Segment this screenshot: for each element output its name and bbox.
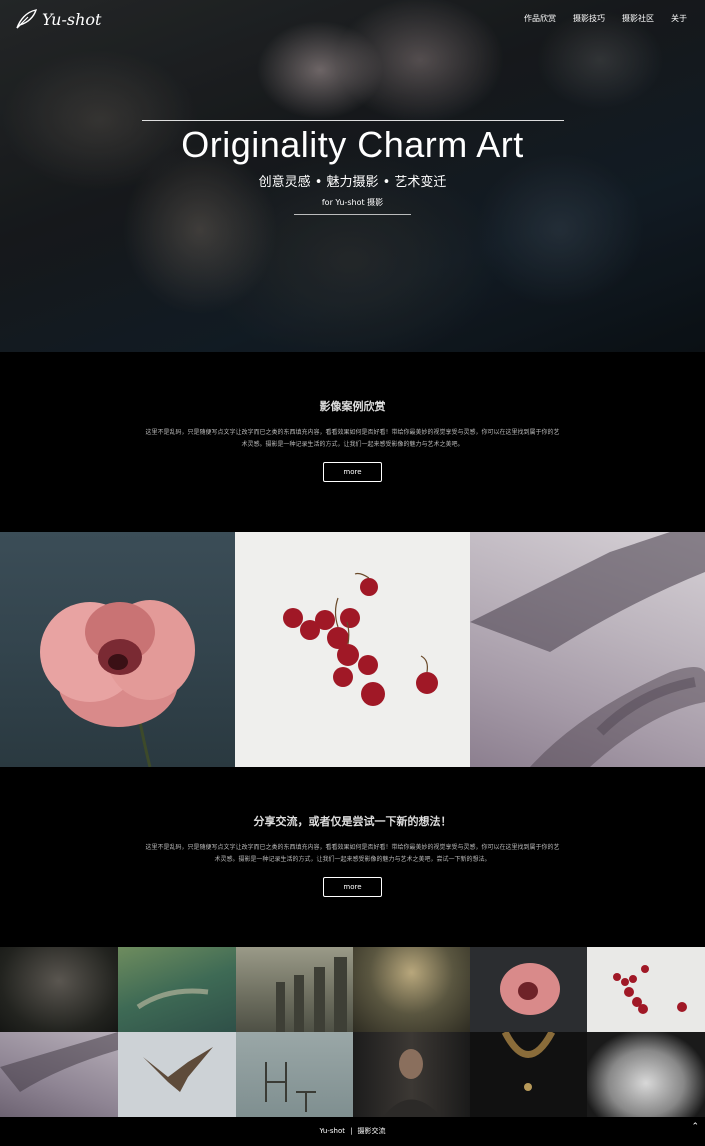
gallery-photo-man[interactable]	[353, 1032, 470, 1117]
hero-subtitle: 创意灵感 • 魅力摄影 • 艺术变迁	[258, 175, 447, 190]
hero-tagline: for Yu-shot 摄影	[321, 198, 384, 207]
section-text: 这里不是乱码，只是随便写点文字让改字而已之类的东西填充内容，看看效果如何是否好看…	[145, 429, 560, 448]
section-title: 影像案例欣赏	[319, 400, 386, 413]
gallery-photo-sunset[interactable]	[353, 947, 470, 1032]
more-button[interactable]: more	[323, 877, 382, 897]
share-section: 分享交流，或者仅是尝试一下新的想法！ 这里不是乱码，只是随便写点文字让改字而已之…	[0, 767, 705, 947]
cases-section: 影像案例欣赏 这里不是乱码，只是随便写点文字让改字而已之类的东西填充内容，看看效…	[0, 352, 705, 532]
main-nav: 作品欣赏 摄影技巧 摄影社区 关于	[524, 13, 687, 24]
section-title: 分享交流，或者仅是尝试一下新的想法！	[253, 815, 452, 828]
photo-hand-shadow[interactable]	[470, 532, 705, 767]
nav-item-about[interactable]: 关于	[671, 13, 687, 24]
hero-divider-top	[142, 120, 564, 121]
section-text: 这里不是乱码，只是随便写点文字让改字而已之类的东西填充内容，看看效果如何是否好看…	[145, 844, 560, 863]
nav-item-tips[interactable]: 摄影技巧	[573, 13, 605, 24]
gallery-photo-flower-dark[interactable]	[0, 947, 118, 1032]
feather-icon	[16, 9, 38, 29]
gallery-photo-pillars[interactable]	[236, 947, 353, 1032]
gallery-photo-poppy[interactable]	[470, 947, 587, 1032]
chevron-up-icon[interactable]: ⌃	[691, 1122, 699, 1132]
gallery-photo-hand-shadow[interactable]	[0, 1032, 118, 1117]
gallery-grid	[0, 947, 705, 1117]
hero-title: Originality Charm Art	[181, 124, 524, 165]
featured-photos	[0, 532, 705, 767]
brand-name: Yu-shot	[42, 9, 102, 29]
gallery-photo-chair[interactable]	[236, 1032, 353, 1117]
footer: Yu-shot | 摄影交流	[0, 1117, 705, 1146]
footer-brand: Yu-shot	[319, 1127, 345, 1135]
hero-divider-bottom	[294, 214, 411, 215]
footer-label: 摄影交流	[357, 1127, 386, 1135]
nav-item-community[interactable]: 摄影社区	[622, 13, 654, 24]
gallery-photo-underwater[interactable]	[118, 947, 236, 1032]
logo[interactable]: Yu-shot	[14, 8, 101, 30]
nav-item-works[interactable]: 作品欣赏	[524, 13, 556, 24]
gallery-photo-necklace[interactable]	[470, 1032, 587, 1117]
more-button[interactable]: more	[323, 462, 382, 482]
footer-separator: |	[350, 1127, 353, 1135]
gallery-photo-clouds[interactable]	[587, 1032, 705, 1117]
photo-poppy[interactable]	[0, 532, 235, 767]
photo-cherries[interactable]	[235, 532, 470, 767]
hero-banner: Yu-shot 作品欣赏 摄影技巧 摄影社区 关于 Originality Ch…	[0, 0, 705, 352]
gallery-photo-owl[interactable]	[118, 1032, 236, 1117]
gallery-photo-cherries[interactable]	[587, 947, 705, 1032]
